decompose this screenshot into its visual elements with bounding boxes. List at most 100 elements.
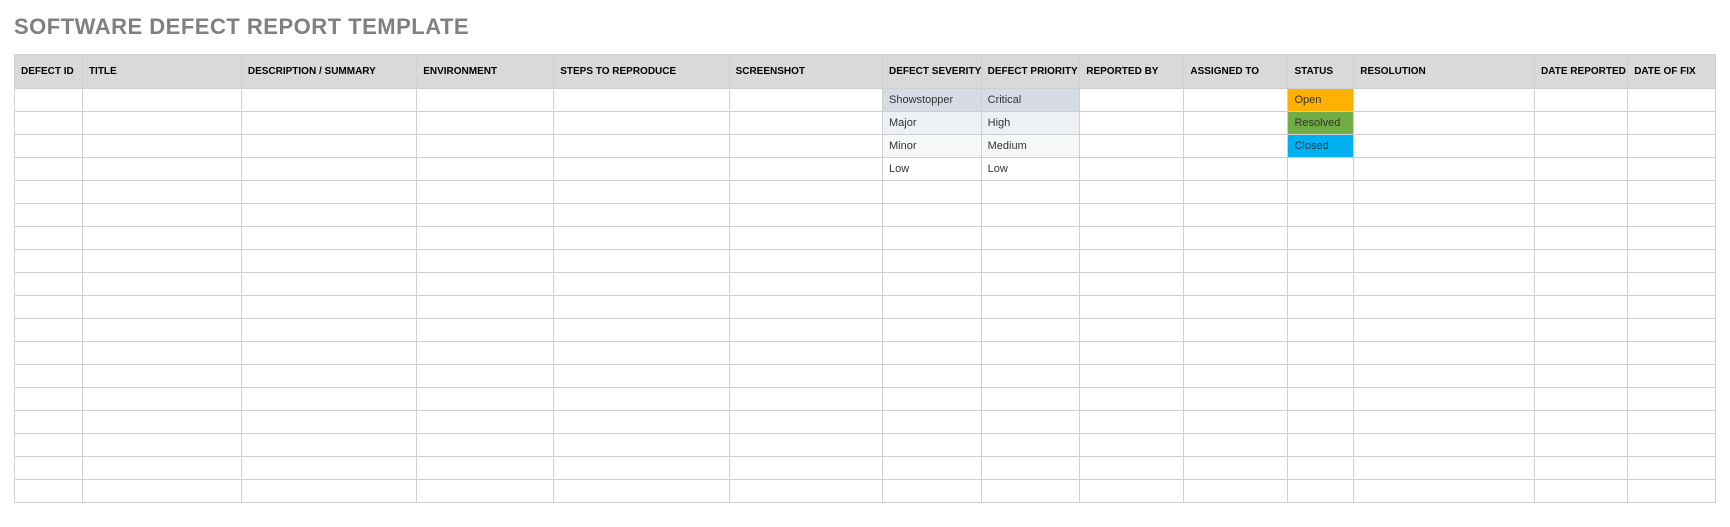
cell[interactable] (1535, 89, 1628, 112)
cell[interactable] (417, 204, 554, 227)
cell[interactable] (82, 135, 241, 158)
cell[interactable] (1184, 388, 1288, 411)
cell[interactable] (417, 365, 554, 388)
cell[interactable] (1535, 457, 1628, 480)
cell[interactable] (729, 296, 882, 319)
cell-severity[interactable]: Low (883, 158, 982, 181)
cell[interactable] (15, 480, 83, 503)
cell[interactable] (729, 342, 882, 365)
cell[interactable] (241, 181, 416, 204)
cell[interactable] (1184, 204, 1288, 227)
cell[interactable] (554, 480, 729, 503)
cell[interactable] (241, 434, 416, 457)
cell[interactable] (15, 434, 83, 457)
cell[interactable] (981, 227, 1080, 250)
cell[interactable] (1535, 411, 1628, 434)
cell[interactable] (1080, 227, 1184, 250)
cell[interactable] (1628, 112, 1716, 135)
cell[interactable] (1288, 296, 1354, 319)
cell[interactable] (1628, 342, 1716, 365)
cell[interactable] (15, 250, 83, 273)
cell[interactable] (554, 273, 729, 296)
cell[interactable] (1080, 204, 1184, 227)
cell[interactable] (729, 227, 882, 250)
cell[interactable] (82, 250, 241, 273)
cell[interactable] (1080, 388, 1184, 411)
cell[interactable] (1080, 342, 1184, 365)
cell[interactable] (1184, 89, 1288, 112)
cell[interactable] (1535, 342, 1628, 365)
cell[interactable] (554, 181, 729, 204)
cell[interactable] (417, 227, 554, 250)
cell[interactable] (417, 135, 554, 158)
cell[interactable] (1535, 204, 1628, 227)
cell[interactable] (883, 342, 982, 365)
cell[interactable] (241, 250, 416, 273)
cell[interactable] (1354, 135, 1535, 158)
cell[interactable] (883, 388, 982, 411)
cell[interactable] (1288, 457, 1354, 480)
cell[interactable] (241, 204, 416, 227)
cell-status[interactable]: Open (1288, 89, 1354, 112)
cell[interactable] (1184, 158, 1288, 181)
cell[interactable] (883, 227, 982, 250)
cell-priority[interactable]: High (981, 112, 1080, 135)
cell[interactable] (1535, 227, 1628, 250)
cell[interactable] (1080, 296, 1184, 319)
cell[interactable] (82, 480, 241, 503)
cell[interactable] (15, 319, 83, 342)
cell[interactable] (82, 112, 241, 135)
cell[interactable] (82, 296, 241, 319)
cell[interactable] (554, 319, 729, 342)
cell[interactable] (554, 158, 729, 181)
cell[interactable] (1184, 273, 1288, 296)
cell[interactable] (981, 319, 1080, 342)
cell[interactable] (241, 296, 416, 319)
cell[interactable] (883, 273, 982, 296)
cell[interactable] (15, 388, 83, 411)
cell[interactable] (729, 112, 882, 135)
cell[interactable] (241, 365, 416, 388)
cell[interactable] (981, 204, 1080, 227)
cell[interactable] (1535, 365, 1628, 388)
cell[interactable] (883, 365, 982, 388)
cell[interactable] (554, 204, 729, 227)
cell[interactable] (417, 434, 554, 457)
cell[interactable] (1535, 181, 1628, 204)
cell[interactable] (883, 434, 982, 457)
cell[interactable] (1288, 342, 1354, 365)
cell[interactable] (729, 273, 882, 296)
cell[interactable] (554, 250, 729, 273)
cell[interactable] (1080, 250, 1184, 273)
cell[interactable] (1628, 411, 1716, 434)
cell[interactable] (1288, 250, 1354, 273)
cell[interactable] (1288, 388, 1354, 411)
cell[interactable] (417, 296, 554, 319)
cell[interactable] (82, 158, 241, 181)
cell[interactable] (1288, 158, 1354, 181)
cell[interactable] (1184, 135, 1288, 158)
cell[interactable] (1354, 342, 1535, 365)
cell[interactable] (15, 89, 83, 112)
cell[interactable] (15, 342, 83, 365)
cell[interactable] (417, 319, 554, 342)
cell-priority[interactable]: Medium (981, 135, 1080, 158)
cell[interactable] (729, 204, 882, 227)
cell[interactable] (729, 365, 882, 388)
cell[interactable] (82, 388, 241, 411)
cell[interactable] (1628, 457, 1716, 480)
cell[interactable] (15, 273, 83, 296)
cell[interactable] (1288, 411, 1354, 434)
cell[interactable] (1354, 250, 1535, 273)
cell[interactable] (554, 434, 729, 457)
cell[interactable] (1535, 480, 1628, 503)
cell[interactable] (1080, 480, 1184, 503)
cell[interactable] (883, 411, 982, 434)
cell[interactable] (82, 181, 241, 204)
cell[interactable] (554, 388, 729, 411)
cell[interactable] (1354, 273, 1535, 296)
cell[interactable] (241, 227, 416, 250)
cell[interactable] (1080, 273, 1184, 296)
cell[interactable] (241, 342, 416, 365)
cell[interactable] (417, 181, 554, 204)
